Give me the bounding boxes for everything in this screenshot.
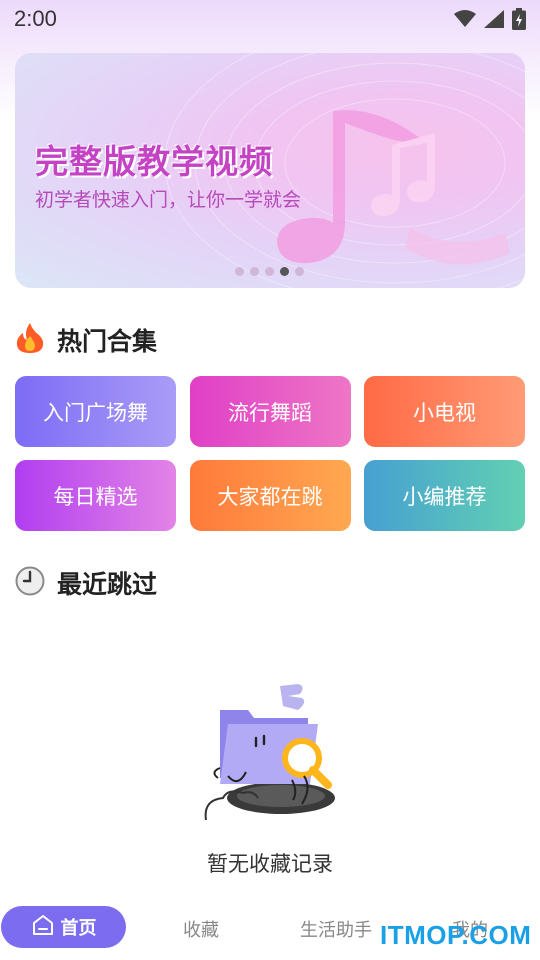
home-icon: [31, 913, 55, 942]
carousel-dot[interactable]: [265, 267, 274, 276]
banner-title: 完整版教学视频: [35, 142, 273, 181]
nav-favorites[interactable]: 收藏: [183, 916, 219, 942]
empty-state-text: 暂无收藏记录: [207, 852, 333, 876]
recent-section-title: 最近跳过: [57, 570, 158, 599]
carousel-dot[interactable]: [295, 267, 304, 276]
category-grid: 入门广场舞 流行舞蹈 小电视 每日精选 大家都在跳 小编推荐: [15, 376, 525, 531]
status-time: 2:00: [14, 6, 57, 31]
carousel-dot-active[interactable]: [280, 267, 289, 276]
status-icons: [454, 8, 526, 30]
clock-icon: [15, 566, 45, 600]
hot-section-title: 热门合集: [57, 327, 158, 356]
carousel-dot[interactable]: [250, 267, 259, 276]
nav-home-label: 首页: [60, 918, 97, 939]
carousel-indicators: [235, 267, 304, 276]
battery-charging-icon: [512, 8, 526, 30]
cellular-signal-icon: [484, 10, 504, 28]
category-tile-daily-picks[interactable]: 每日精选: [15, 460, 176, 531]
category-tile-editor-recommend[interactable]: 小编推荐: [364, 460, 525, 531]
category-tile-pop-dance[interactable]: 流行舞蹈: [189, 376, 351, 447]
nav-home-button[interactable]: 首页: [1, 906, 126, 948]
fire-icon: [15, 322, 45, 358]
category-tile-mini-tv[interactable]: 小电视: [364, 376, 525, 447]
category-tile-everyone-dancing[interactable]: 大家都在跳: [189, 460, 351, 531]
promo-banner[interactable]: 完整版教学视频 初学者快速入门，让你一学就会: [15, 53, 525, 288]
carousel-dot[interactable]: [235, 267, 244, 276]
site-watermark: ITMOP.COM: [380, 920, 532, 950]
hot-section-header: 热门合集: [15, 322, 157, 358]
banner-subtitle: 初学者快速入门，让你一学就会: [35, 189, 302, 211]
wifi-icon: [454, 10, 476, 28]
empty-folder-search-illustration: [204, 684, 335, 821]
nav-life-assistant[interactable]: 生活助手: [300, 916, 372, 942]
status-bar: 2:00: [0, 0, 540, 38]
category-tile-intro-square-dance[interactable]: 入门广场舞: [15, 376, 176, 447]
recent-section-header: 最近跳过: [15, 565, 157, 601]
